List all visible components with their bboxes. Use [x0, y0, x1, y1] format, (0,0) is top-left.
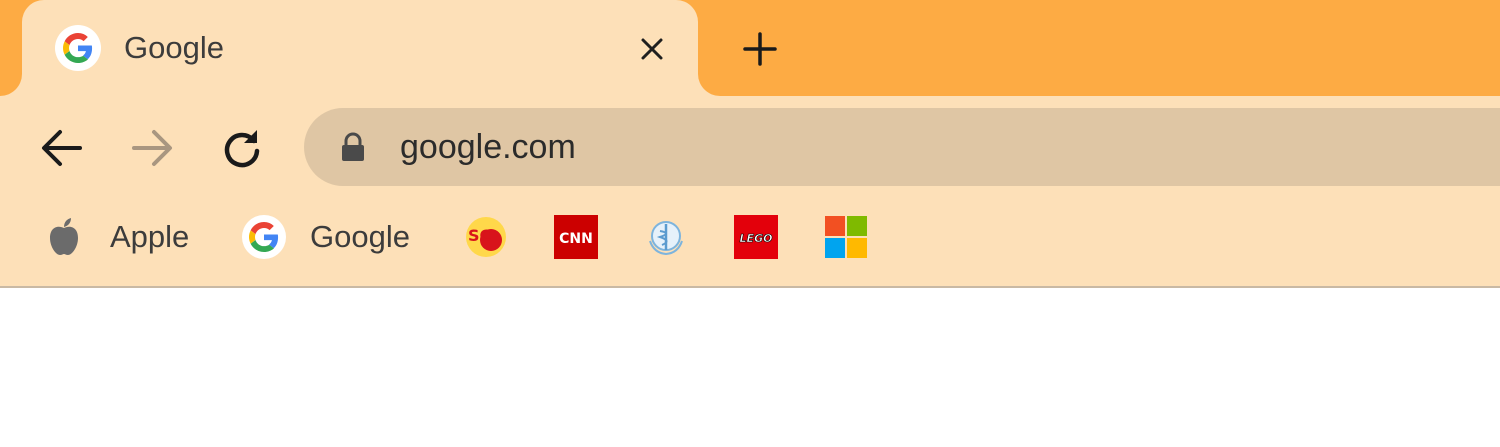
- close-tab-button[interactable]: [632, 29, 672, 69]
- close-icon: [641, 38, 663, 60]
- lego-icon: LEGO: [734, 215, 778, 259]
- page-content: [0, 290, 1500, 447]
- google-g-icon: [242, 215, 286, 259]
- tab-title: Google: [124, 30, 224, 65]
- new-tab-button[interactable]: [738, 27, 782, 71]
- bookmarks-bar: Apple Google SC CNN LEGO: [0, 200, 1500, 288]
- tab-google[interactable]: Google: [22, 0, 698, 100]
- bookmark-label: Google: [310, 219, 410, 254]
- bookmark-microsoft[interactable]: [824, 214, 868, 260]
- cnn-logo-text: CNN: [559, 231, 593, 247]
- sc-logo-icon: SC: [464, 215, 508, 259]
- google-g-icon: [55, 25, 101, 71]
- toolbar: google.com: [0, 96, 1500, 200]
- bookmark-lego[interactable]: LEGO: [734, 214, 778, 260]
- browser-window: Google google.com Apple Google SC CNN LE…: [0, 0, 1500, 447]
- sc-logo-text: SC: [468, 226, 491, 245]
- back-button[interactable]: [38, 124, 86, 172]
- reload-button[interactable]: [218, 124, 266, 172]
- bookmark-apple[interactable]: Apple: [42, 214, 189, 260]
- apple-icon: [42, 215, 86, 259]
- who-emblem-icon: [644, 215, 688, 259]
- tab-strip: Google: [0, 0, 1500, 100]
- address-bar[interactable]: google.com: [304, 108, 1500, 186]
- cnn-icon: CNN: [554, 215, 598, 259]
- bookmark-cnn[interactable]: CNN: [554, 214, 598, 260]
- bookmark-sc[interactable]: SC: [464, 214, 508, 260]
- back-arrow-icon: [42, 130, 82, 166]
- plus-icon: [743, 32, 777, 66]
- bookmark-who[interactable]: [644, 214, 688, 260]
- url-text[interactable]: google.com: [400, 128, 576, 167]
- forward-button[interactable]: [128, 124, 176, 172]
- microsoft-icon: [824, 215, 868, 259]
- reload-icon: [224, 130, 260, 168]
- lock-icon[interactable]: [340, 132, 366, 162]
- lego-logo-text: LEGO: [740, 232, 773, 245]
- bookmark-label: Apple: [110, 219, 190, 254]
- bookmark-google[interactable]: Google: [242, 214, 410, 260]
- forward-arrow-icon: [132, 130, 172, 166]
